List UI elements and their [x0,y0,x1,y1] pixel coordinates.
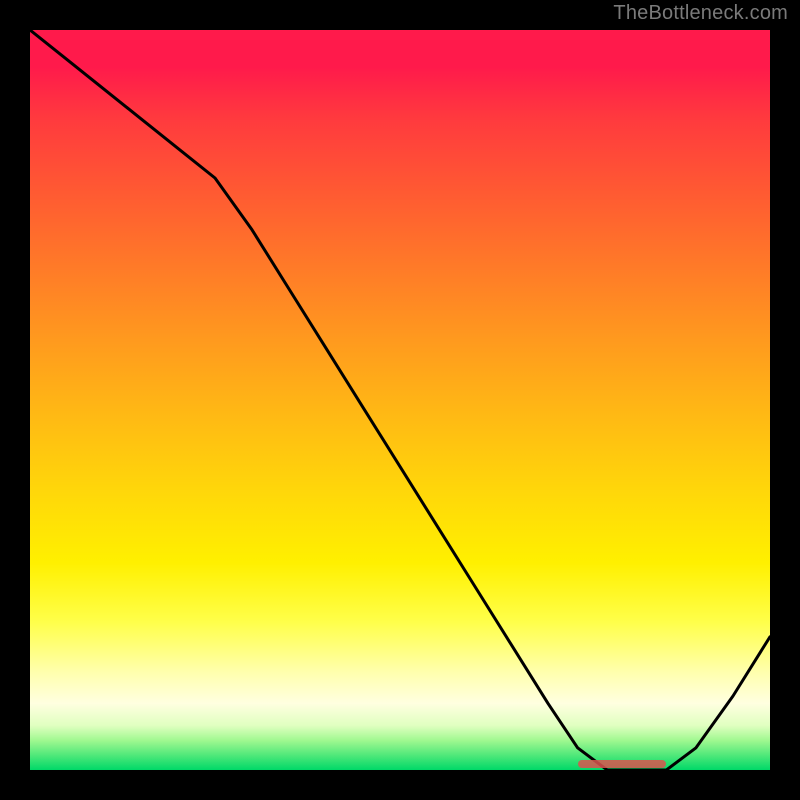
optimal-marker [578,760,667,768]
curve-layer [30,30,770,770]
bottleneck-curve [30,30,770,770]
attribution-text: TheBottleneck.com [613,2,788,25]
bottleneck-chart [30,30,770,770]
